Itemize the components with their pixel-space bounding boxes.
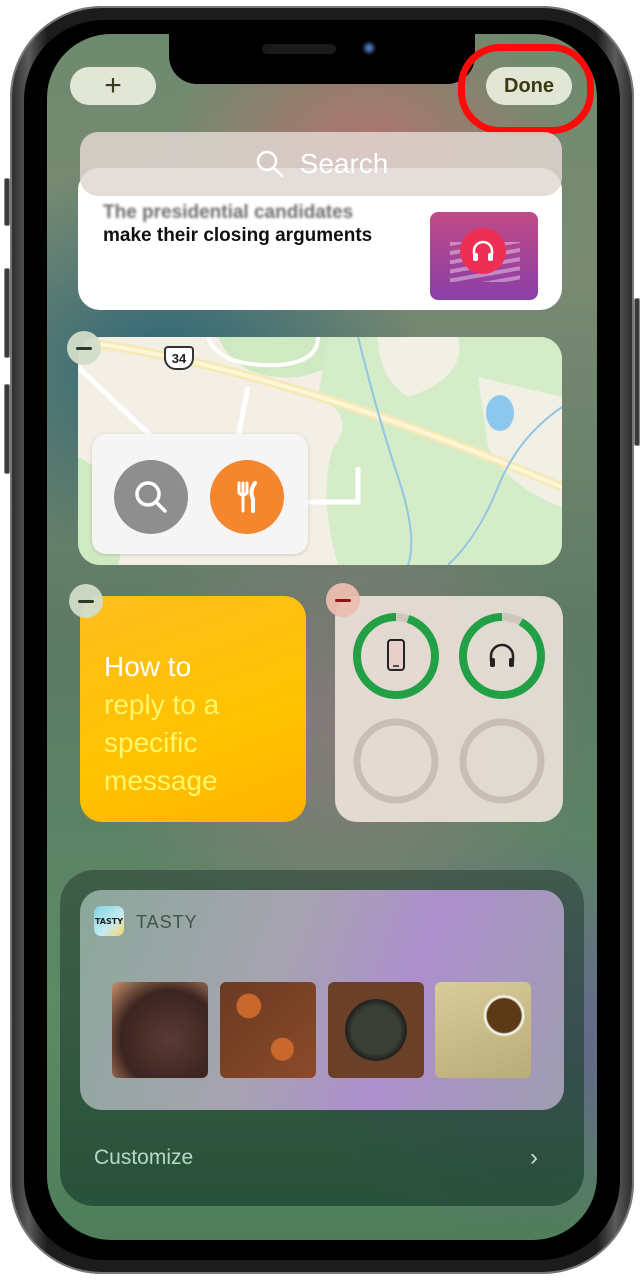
battery-ring-empty-1 xyxy=(353,718,439,804)
front-camera xyxy=(362,41,376,55)
customize-stack-link[interactable]: Customize xyxy=(94,1146,193,1170)
tip-line-3: specific xyxy=(104,727,198,758)
add-widget-button[interactable]: + xyxy=(70,67,156,105)
widget-stack: TASTY TASTY Customize › xyxy=(60,870,584,1206)
route-shield: 34 xyxy=(164,346,194,370)
minus-icon xyxy=(78,599,94,603)
recipe-thumbnail-paella[interactable] xyxy=(328,982,424,1078)
recipe-thumbnail-dumplings[interactable] xyxy=(435,982,531,1078)
search-placeholder: Search xyxy=(299,148,389,179)
notch xyxy=(169,34,475,84)
battery-ring-headphones xyxy=(459,613,545,699)
headphones-icon xyxy=(489,643,515,667)
tip-line-4: message xyxy=(104,765,218,796)
home-screen-edit-mode: + Done Search The presidential candidate… xyxy=(47,34,597,1240)
recipe-thumbnail-chocolate-bark[interactable] xyxy=(112,982,208,1078)
volume-down-button xyxy=(4,384,10,474)
minus-icon xyxy=(76,346,92,350)
tasty-app-name: TASTY xyxy=(136,912,198,932)
power-button xyxy=(634,298,640,446)
podcast-badge xyxy=(460,228,506,274)
recipe-thumbnail-curry-bowls[interactable] xyxy=(220,982,316,1078)
battery-ring-empty-2 xyxy=(459,718,545,804)
tip-line-1: How to xyxy=(104,651,192,682)
maps-widget[interactable]: 34 xyxy=(78,337,562,565)
remove-maps-widget-button[interactable] xyxy=(67,331,101,365)
headphones-icon xyxy=(472,240,494,261)
tasty-app-icon: TASTY xyxy=(94,906,124,936)
fork-knife-icon xyxy=(237,481,257,513)
battery-ring-iphone xyxy=(353,613,439,699)
tasty-widget[interactable]: TASTY TASTY xyxy=(80,890,564,1110)
chevron-right-icon[interactable]: › xyxy=(530,1144,538,1172)
volume-up-button xyxy=(4,268,10,358)
widget-search-bar[interactable]: Search xyxy=(80,132,562,196)
maps-food-button[interactable] xyxy=(210,460,284,534)
speaker-grille xyxy=(262,44,336,54)
remove-tips-widget-button[interactable] xyxy=(69,584,103,618)
action-button xyxy=(4,178,10,226)
iphone-icon xyxy=(387,639,405,671)
batteries-widget[interactable] xyxy=(335,596,563,822)
remove-batteries-widget-button[interactable] xyxy=(326,583,360,617)
maps-search-button[interactable] xyxy=(114,460,188,534)
tip-line-2: reply to a xyxy=(104,689,220,720)
minus-icon xyxy=(335,598,351,602)
news-faded-line: The presidential candidates xyxy=(103,202,354,223)
episode-thumbnail xyxy=(430,212,538,300)
news-title: make their closing arguments xyxy=(103,225,373,246)
maps-quick-actions xyxy=(92,434,308,554)
search-icon xyxy=(135,481,167,513)
done-button[interactable]: Done xyxy=(486,67,572,105)
tips-widget[interactable]: How to reply to a specific message xyxy=(80,596,306,822)
search-icon xyxy=(256,150,283,178)
